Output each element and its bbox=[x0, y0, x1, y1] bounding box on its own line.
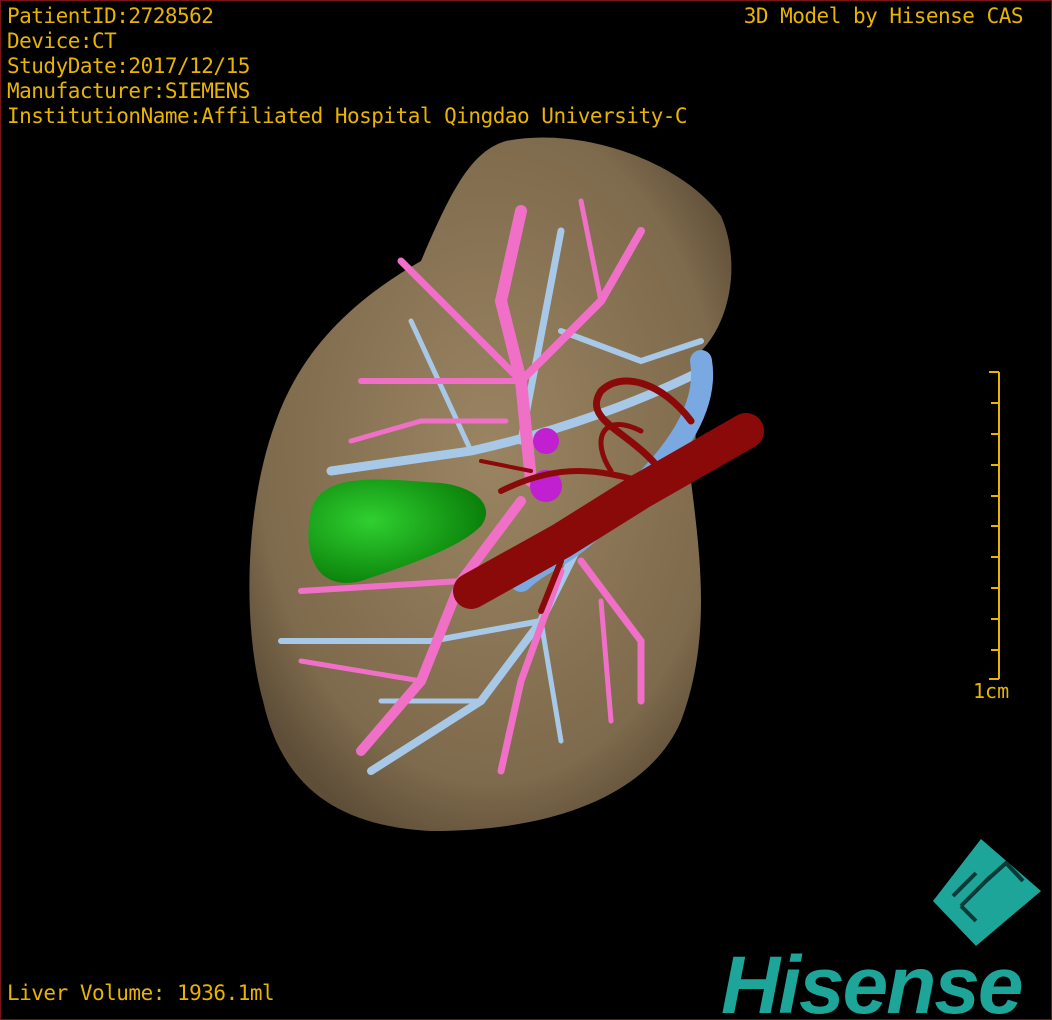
dicom-info: PatientID:2728562 Device:CT StudyDate:20… bbox=[7, 4, 688, 129]
orientation-cube-icon[interactable] bbox=[933, 839, 1041, 946]
manufacturer: Manufacturer:SIEMENS bbox=[7, 79, 250, 103]
hisense-logo: Hisense bbox=[721, 940, 1024, 1020]
liver-3d-model[interactable] bbox=[1, 1, 1051, 1019]
3d-viewport[interactable]: PatientID:2728562 Device:CT StudyDate:20… bbox=[0, 0, 1052, 1020]
model-credit: 3D Model by Hisense CAS bbox=[743, 4, 1024, 28]
institution-name: InstitutionName:Affiliated Hospital Qing… bbox=[7, 104, 688, 128]
scale-label: 1cm bbox=[973, 679, 1010, 703]
patient-id: PatientID:2728562 bbox=[7, 4, 214, 28]
device: Device:CT bbox=[7, 29, 117, 53]
scale-bar bbox=[989, 371, 1000, 680]
study-date: StudyDate:2017/12/15 bbox=[7, 54, 250, 78]
liver-volume: Liver Volume: 1936.1ml bbox=[7, 981, 275, 1005]
